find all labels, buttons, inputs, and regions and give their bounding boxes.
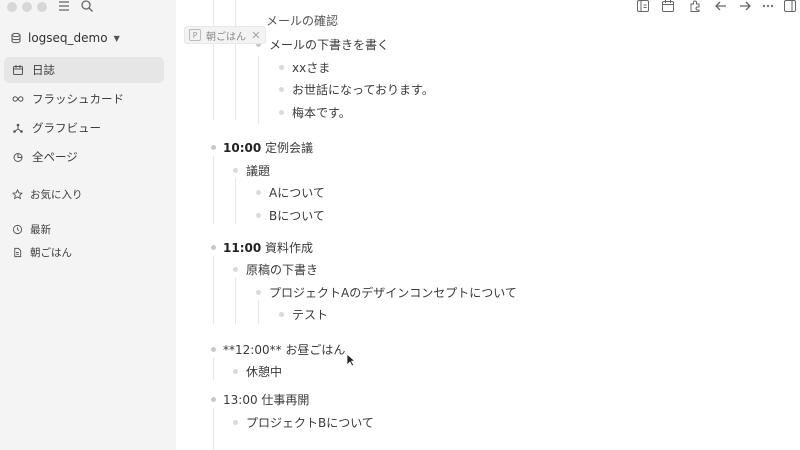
right-sidebar-icon[interactable]: [783, 0, 797, 13]
block-text[interactable]: 梅本です。: [292, 104, 351, 121]
infinity-icon: [12, 96, 24, 102]
window-controls: [7, 2, 47, 12]
sidebar-item-label: 全ページ: [32, 150, 78, 164]
thread-line: [235, 278, 236, 324]
arrow-left-icon[interactable]: [714, 0, 728, 13]
recent-item-label: 朝ごはん: [30, 247, 72, 259]
block-text[interactable]: メールの確認: [266, 12, 338, 29]
more-icon[interactable]: [761, 0, 775, 13]
block-time: 11:00: [223, 241, 262, 255]
thread-line: [213, 358, 214, 380]
database-icon: [11, 32, 21, 44]
block-bullet[interactable]: [211, 347, 216, 352]
block-bullet[interactable]: [233, 168, 238, 173]
pages-icon: [13, 153, 23, 162]
thread-line: [258, 300, 259, 324]
block-bullet[interactable]: [279, 65, 284, 70]
block-text[interactable]: プロジェクトBについて: [246, 414, 374, 431]
zoom-window-button[interactable]: [37, 2, 47, 12]
block-bullet[interactable]: [211, 245, 216, 250]
thread-line: [213, 408, 214, 450]
block-bullet[interactable]: [256, 190, 261, 195]
block-text[interactable]: 議題: [246, 162, 270, 179]
block-bullet[interactable]: [279, 110, 284, 115]
sidebar-item-all-pages[interactable]: 全ページ: [4, 144, 164, 170]
page-icon: [14, 247, 22, 258]
block-text[interactable]: Bについて: [269, 207, 325, 224]
favorites-section[interactable]: お気に入り: [12, 187, 83, 202]
block-text[interactable]: **12:00** お昼ごはん: [223, 341, 345, 358]
block-bullet[interactable]: [233, 369, 238, 374]
mouse-cursor-icon: [346, 353, 356, 367]
recent-item[interactable]: 朝ごはん: [12, 245, 72, 260]
calendar-icon: [13, 65, 23, 75]
thread-line: [213, 156, 214, 224]
block-bullet[interactable]: [256, 290, 261, 295]
block-text[interactable]: 原稿の下書き: [246, 261, 318, 278]
pinned-page-chip[interactable]: P 朝ごはん: [184, 26, 266, 44]
block-bullet[interactable]: [233, 420, 238, 425]
journal-main: メールの確認 メールの下書きを書く xxさま お世話になっております。 梅本です…: [176, 0, 800, 450]
block-bullet[interactable]: [279, 87, 284, 92]
plugins-icon[interactable]: [688, 0, 702, 13]
history-icon: [12, 224, 23, 235]
thread-line: [258, 56, 259, 124]
block-time: 10:00: [223, 141, 262, 155]
thread-line: [235, 178, 236, 224]
chevron-down-icon: ▼: [113, 33, 120, 43]
left-sidebar: logseq_demo ▼ 日誌 フラッシュカード グラフビュー 全ページ お気…: [0, 0, 176, 450]
sidebar-item-label: グラフビュー: [32, 121, 101, 135]
sidebar-toggle-icon[interactable]: [636, 0, 650, 13]
recent-label: 最新: [30, 224, 51, 236]
close-icon[interactable]: [251, 30, 261, 40]
block-text[interactable]: 13:00 仕事再開: [223, 391, 309, 408]
block-text[interactable]: xxさま: [292, 59, 330, 76]
block-text[interactable]: テスト: [292, 306, 328, 323]
graph-icon: [13, 123, 23, 133]
block-bullet[interactable]: [279, 312, 284, 317]
block-bullet[interactable]: [233, 267, 238, 272]
graph-selector[interactable]: logseq_demo ▼: [10, 31, 120, 45]
block-title: 定例会議: [265, 141, 314, 155]
search-icon[interactable]: [80, 0, 94, 13]
sidebar-item-label: フラッシュカード: [32, 92, 124, 106]
star-icon: [12, 189, 23, 200]
block-text[interactable]: お世話になっております。: [292, 81, 434, 98]
recent-section[interactable]: 最新: [12, 222, 51, 237]
sidebar-item-label: 日誌: [32, 63, 55, 77]
block-title: 資料作成: [265, 241, 314, 255]
block-bullet[interactable]: [211, 397, 216, 402]
thread-line: [213, 256, 214, 324]
block-bullet[interactable]: [211, 145, 216, 150]
close-window-button[interactable]: [7, 2, 17, 12]
minimize-window-button[interactable]: [22, 2, 32, 12]
block-text[interactable]: プロジェクトAのデザインコンセプトについて: [269, 284, 517, 301]
block-text[interactable]: Aについて: [269, 184, 325, 201]
arrow-right-icon[interactable]: [738, 0, 752, 13]
block-text[interactable]: 11:00 資料作成: [223, 239, 313, 256]
sidebar-item-journals[interactable]: 日誌: [4, 57, 164, 83]
page-badge: P: [189, 29, 201, 41]
block-text[interactable]: メールの下書きを書く: [269, 36, 389, 53]
sidebar-item-flashcards[interactable]: フラッシュカード: [4, 86, 164, 112]
calendar-icon[interactable]: [661, 0, 675, 13]
thread-line: [213, 0, 214, 120]
pinned-page-label: 朝ごはん: [206, 31, 246, 43]
menu-icon[interactable]: [57, 0, 71, 13]
graph-name: logseq_demo: [28, 31, 108, 45]
favorites-label: お気に入り: [30, 189, 83, 201]
block-bullet[interactable]: [256, 213, 261, 218]
block-text[interactable]: 休憩中: [246, 363, 282, 380]
block-text[interactable]: 10:00 定例会議: [223, 139, 313, 156]
thread-line: [235, 0, 236, 120]
sidebar-item-graph-view[interactable]: グラフビュー: [4, 115, 164, 141]
